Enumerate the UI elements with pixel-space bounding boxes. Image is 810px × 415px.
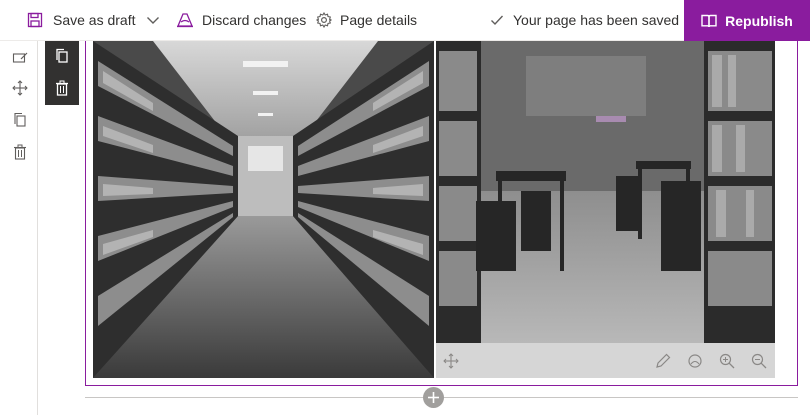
add-section-button[interactable] (423, 387, 444, 408)
image-edit-toolbar (436, 343, 775, 378)
save-as-draft-label: Save as draft (53, 12, 136, 28)
duplicate-section-icon[interactable] (12, 112, 28, 128)
book-open-icon (701, 14, 717, 27)
page-details-label: Page details (340, 12, 418, 28)
save-icon (27, 12, 43, 28)
delete-webpart-icon[interactable] (54, 80, 70, 96)
image-library-aisle[interactable] (93, 41, 434, 378)
checkmark-icon (491, 15, 504, 26)
plus-icon (428, 392, 439, 403)
chevron-down-icon (147, 17, 159, 24)
edit-image-icon[interactable] (654, 352, 672, 370)
command-bar: Save as draft Discard changes Page detai… (0, 0, 810, 41)
image-library-reading-room[interactable] (436, 41, 775, 343)
republish-label: Republish (725, 12, 793, 29)
webpart-toolbar (45, 41, 79, 105)
save-as-draft-button[interactable]: Save as draft (27, 0, 136, 41)
save-options-dropdown[interactable] (145, 0, 161, 41)
republish-button[interactable]: Republish (684, 0, 810, 41)
zoom-in-icon[interactable] (718, 352, 736, 370)
section-toolbar (0, 41, 38, 415)
discard-icon (177, 13, 193, 28)
page-details-button[interactable]: Page details (316, 0, 417, 41)
delete-section-icon[interactable] (12, 144, 28, 160)
move-image-icon[interactable] (442, 352, 460, 370)
duplicate-webpart-icon[interactable] (54, 48, 70, 64)
move-section-icon[interactable] (12, 80, 28, 96)
reset-focal-point-icon[interactable] (686, 352, 704, 370)
save-status-text: Your page has been saved (513, 12, 680, 28)
zoom-out-icon[interactable] (750, 352, 768, 370)
edit-section-icon[interactable] (12, 50, 28, 66)
gear-icon (316, 12, 332, 28)
discard-changes-label: Discard changes (202, 12, 307, 28)
save-status: Your page has been saved (490, 0, 679, 41)
discard-changes-button[interactable]: Discard changes (176, 0, 306, 41)
